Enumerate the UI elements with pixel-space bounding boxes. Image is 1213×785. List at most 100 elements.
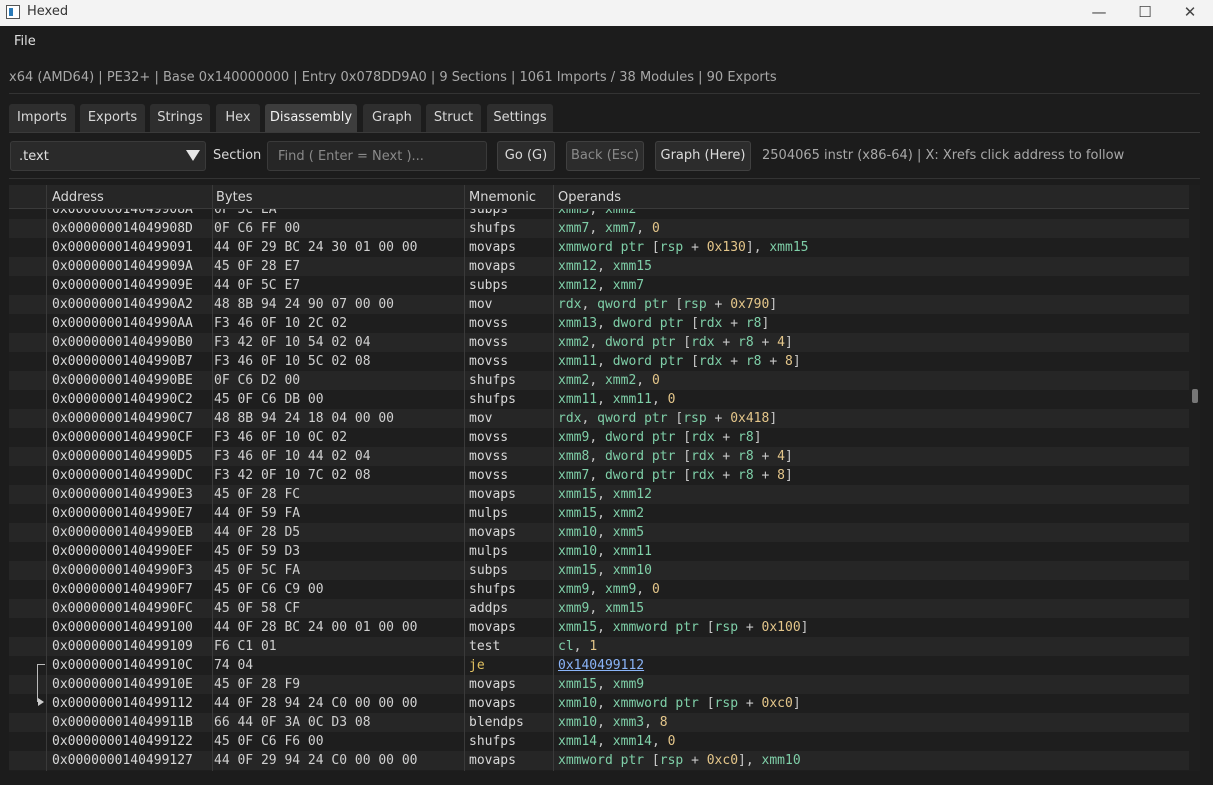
address-cell[interactable]: 0x00000001404990FC [52, 599, 193, 618]
table-row[interactable]: 0x000000014049910C 74 04 je 0x140499112 [9, 656, 1189, 675]
bytes-cell: 45 0F 58 CF [214, 601, 301, 616]
menu-file[interactable]: File [14, 34, 36, 49]
operands-cell: xmm15, xmm2 [558, 506, 645, 521]
bytes-cell: 45 0F 28 F9 [214, 677, 301, 692]
tab-hex[interactable]: Hex [216, 104, 260, 132]
address-cell[interactable]: 0x00000001404990EB [52, 523, 193, 542]
jump-target-link[interactable]: 0x140499112 [558, 656, 644, 675]
operands-cell: xmm15, xmmword ptr [rsp + 0x100] [558, 620, 809, 635]
address-cell[interactable]: 0x00000001404990E3 [52, 485, 193, 504]
address-cell[interactable]: 0x0000000140499112 [52, 694, 193, 713]
graph-here-button[interactable]: Graph (Here) [655, 141, 751, 171]
tab-struct[interactable]: Struct [426, 104, 481, 132]
mnemonic-cell: movss [469, 354, 509, 369]
address-cell[interactable]: 0x00000001404990C7 [52, 409, 193, 428]
address-cell[interactable]: 0x00000001404990A2 [52, 295, 193, 314]
table-row[interactable]: 0x000000014049909E 44 0F 5C E7 subps xmm12,… [9, 276, 1189, 295]
table-row[interactable]: 0x000000014049909A 45 0F 28 E7 movaps xmm12… [9, 257, 1189, 276]
table-row[interactable]: 0x00000001404990C7 48 8B 94 24 18 04 00 0… [9, 409, 1189, 428]
section-label: Section [213, 148, 262, 163]
table-row[interactable]: 0x00000001404990FC 45 0F 58 CF addps xmm9, … [9, 599, 1189, 618]
tab-imports[interactable]: Imports [9, 104, 75, 132]
address-cell[interactable]: 0x000000014049909E [52, 276, 193, 295]
close-button[interactable]: ✕ [1167, 0, 1213, 26]
address-cell[interactable]: 0x0000000140499109 [52, 637, 193, 656]
operands-cell: xmm12, xmm7 [558, 278, 645, 293]
table-row[interactable]: 0x0000000140499127 44 0F 29 94 24 C0 00 0… [9, 751, 1189, 770]
operands-cell: xmm9, xmm9, 0 [558, 582, 660, 597]
address-cell[interactable]: 0x00000001404990CF [52, 428, 193, 447]
table-row[interactable]: 0x000000014049910E 45 0F 28 F9 movaps xmm15… [9, 675, 1189, 694]
table-row[interactable]: 0x000000014049908D 0F C6 FF 00 shufps xmm7,… [9, 219, 1189, 238]
section-select[interactable]: .text [10, 141, 206, 171]
bytes-cell: 44 0F 29 94 24 C0 00 00 00 [214, 753, 418, 768]
table-row[interactable]: 0x00000001404990B0 F3 42 0F 10 54 02 04 mo… [9, 333, 1189, 352]
address-cell[interactable]: 0x00000001404990F3 [52, 561, 193, 580]
address-cell[interactable]: 0x00000001404990D5 [52, 447, 193, 466]
address-cell[interactable]: 0x00000001404990AA [52, 314, 193, 333]
table-row[interactable]: 0x00000001404990B7 F3 46 0F 10 5C 02 08 mo… [9, 352, 1189, 371]
address-cell[interactable]: 0x0000000140499122 [52, 732, 193, 751]
address-cell[interactable]: 0x00000001404990BE [52, 371, 193, 390]
back-button[interactable]: Back (Esc) [566, 141, 644, 171]
table-row[interactable]: 0x0000000140499091 44 0F 29 BC 24 30 01 0… [9, 238, 1189, 257]
address-cell[interactable]: 0x00000001404990DC [52, 466, 193, 485]
address-cell[interactable]: 0x00000001404990C2 [52, 390, 193, 409]
disassembly-table[interactable]: 0x000000014049908A 0F 5C EA subps xmm5, xmm… [9, 185, 1200, 771]
bytes-cell: F3 46 0F 10 5C 02 08 [214, 354, 371, 369]
table-row[interactable]: 0x000000014049911B 66 44 0F 3A 0C D3 08 bl… [9, 713, 1189, 732]
address-cell[interactable]: 0x000000014049910C [52, 656, 193, 675]
address-cell[interactable]: 0x000000014049911B [52, 713, 193, 732]
address-cell[interactable]: 0x00000001404990E7 [52, 504, 193, 523]
mnemonic-cell: movss [469, 430, 509, 445]
header-mnemonic[interactable]: Mnemonic [469, 190, 536, 205]
table-row[interactable]: 0x00000001404990E7 44 0F 59 FA mulps xmm15,… [9, 504, 1189, 523]
tab-strings[interactable]: Strings [150, 104, 210, 132]
address-cell[interactable]: 0x0000000140499127 [52, 751, 193, 770]
table-row[interactable]: 0x0000000140499100 44 0F 28 BC 24 00 01 0… [9, 618, 1189, 637]
header-address[interactable]: Address [52, 190, 104, 205]
bytes-cell: F3 42 0F 10 54 02 04 [214, 335, 371, 350]
header-bytes[interactable]: Bytes [216, 190, 252, 205]
table-row[interactable]: 0x00000001404990CF F3 46 0F 10 0C 02 movss… [9, 428, 1189, 447]
tab-exports[interactable]: Exports [80, 104, 145, 132]
header-operands[interactable]: Operands [558, 190, 621, 205]
tab-settings[interactable]: Settings [487, 104, 553, 132]
jump-arrow-start [37, 664, 45, 665]
table-row[interactable]: 0x00000001404990C2 45 0F C6 DB 00 shufps xm… [9, 390, 1189, 409]
table-row[interactable]: 0x00000001404990BE 0F C6 D2 00 shufps xmm2,… [9, 371, 1189, 390]
maximize-button[interactable]: ☐ [1122, 0, 1168, 26]
bytes-cell: 45 0F 59 D3 [214, 544, 301, 559]
find-input[interactable] [267, 141, 487, 171]
table-row[interactable]: 0x00000001404990F3 45 0F 5C FA subps xmm15,… [9, 561, 1189, 580]
address-cell[interactable]: 0x0000000140499091 [52, 238, 193, 257]
table-row[interactable]: 0x0000000140499122 45 0F C6 F6 00 shufps xm… [9, 732, 1189, 751]
table-row[interactable]: 0x00000001404990EF 45 0F 59 D3 mulps xmm10,… [9, 542, 1189, 561]
mnemonic-cell: movaps [469, 677, 516, 692]
table-row[interactable]: 0x00000001404990D5 F3 46 0F 10 44 02 04 mo… [9, 447, 1189, 466]
table-row[interactable]: 0x00000001404990A2 48 8B 94 24 90 07 00 0… [9, 295, 1189, 314]
table-row[interactable]: 0x00000001404990AA F3 46 0F 10 2C 02 movss… [9, 314, 1189, 333]
bytes-cell: 44 0F 28 D5 [214, 525, 301, 540]
table-row[interactable]: 0x0000000140499112 44 0F 28 94 24 C0 00 0… [9, 694, 1189, 713]
table-row[interactable]: 0x00000001404990DC F3 42 0F 10 7C 02 08 mo… [9, 466, 1189, 485]
address-cell[interactable]: 0x00000001404990F7 [52, 580, 193, 599]
address-cell[interactable]: 0x000000014049908D [52, 219, 193, 238]
table-row[interactable]: 0x00000001404990EB 44 0F 28 D5 movaps xmm10… [9, 523, 1189, 542]
jump-arrow-head-icon [38, 698, 44, 706]
address-cell[interactable]: 0x000000014049910E [52, 675, 193, 694]
address-cell[interactable]: 0x00000001404990B7 [52, 352, 193, 371]
vertical-scrollbar-thumb[interactable] [1192, 389, 1198, 403]
address-cell[interactable]: 0x00000001404990EF [52, 542, 193, 561]
table-row[interactable]: 0x0000000140499109 F6 C1 01 test cl, 1 [9, 637, 1189, 656]
table-row[interactable]: 0x00000001404990E3 45 0F 28 FC movaps xmm15… [9, 485, 1189, 504]
address-cell[interactable]: 0x000000014049909A [52, 257, 193, 276]
tab-disassembly[interactable]: Disassembly [265, 104, 357, 132]
address-cell[interactable]: 0x0000000140499100 [52, 618, 193, 637]
tab-graph[interactable]: Graph [363, 104, 421, 132]
go-button[interactable]: Go (G) [497, 141, 555, 171]
minimize-button[interactable]: — [1076, 0, 1122, 26]
operands-cell: rdx, qword ptr [rsp + 0x418] [558, 411, 778, 426]
table-row[interactable]: 0x00000001404990F7 45 0F C6 C9 00 shufps xm… [9, 580, 1189, 599]
address-cell[interactable]: 0x00000001404990B0 [52, 333, 193, 352]
